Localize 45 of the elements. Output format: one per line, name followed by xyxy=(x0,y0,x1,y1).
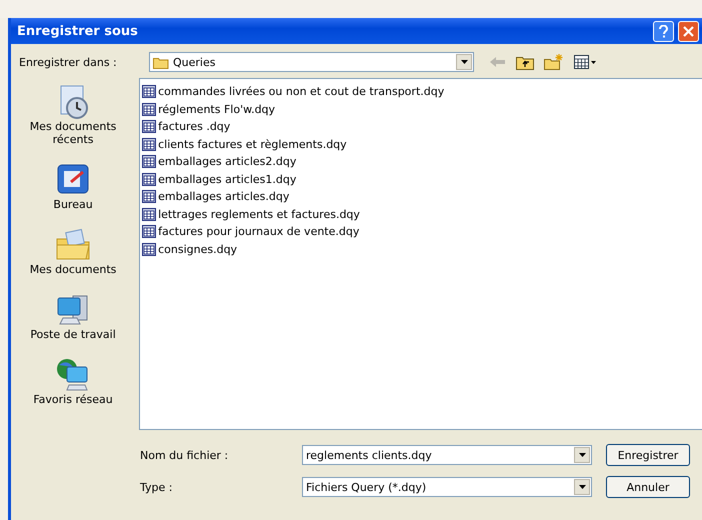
places-bar-item[interactable]: Poste de travail xyxy=(12,290,134,341)
cancel-button[interactable]: Annuler xyxy=(606,476,690,498)
file-item[interactable]: clients factures et règlements.dqy xyxy=(158,138,347,151)
query-file-icon xyxy=(142,138,156,151)
file-type-label: Type : xyxy=(140,480,174,494)
file-item[interactable]: réglements Flo'w.dqy xyxy=(158,102,276,116)
places-bar-item[interactable]: Mes documents récents xyxy=(12,82,134,146)
file-name-label: Nom du fichier : xyxy=(140,448,230,462)
window-title: Enregistrer sous xyxy=(17,24,139,38)
help-button[interactable] xyxy=(653,20,674,42)
query-file-icon xyxy=(142,102,156,116)
folder-icon xyxy=(153,56,169,68)
file-name-field[interactable]: reglements clients.dqy xyxy=(302,445,592,465)
close-button[interactable] xyxy=(678,20,699,42)
dropdown-arrow-icon xyxy=(578,485,586,489)
query-file-icon xyxy=(142,208,156,221)
query-file-icon xyxy=(142,120,156,134)
file-item[interactable]: emballages articles1.dqy xyxy=(158,172,296,186)
query-file-icon xyxy=(142,85,156,98)
folder-up-icon[interactable] xyxy=(516,54,534,70)
file-item[interactable]: emballages articles.dqy xyxy=(158,190,290,204)
location-dropdown[interactable]: Queries xyxy=(149,52,474,72)
dropdown-arrow-icon xyxy=(578,453,586,457)
file-item[interactable]: lettrages reglements et factures.dqy xyxy=(158,208,360,221)
save-in-label: Enregistrer dans : xyxy=(19,56,118,68)
help-icon xyxy=(659,24,668,38)
save-button[interactable]: Enregistrer xyxy=(606,444,690,466)
query-file-icon xyxy=(142,155,156,168)
view-menu-icon[interactable] xyxy=(574,55,596,69)
file-item[interactable]: factures .dqy xyxy=(158,120,230,134)
file-item[interactable]: commandes livrées ou non et cout de transport.dqy xyxy=(158,85,444,98)
file-item[interactable]: emballages articles2.dqy xyxy=(158,155,296,168)
places-bar-item[interactable]: Bureau xyxy=(12,160,134,211)
query-file-icon xyxy=(142,242,156,256)
query-file-icon xyxy=(142,225,156,238)
query-file-icon xyxy=(142,172,156,186)
places-bar-item[interactable]: Mes documents xyxy=(12,225,134,276)
close-icon xyxy=(683,26,694,36)
places-bar-item[interactable]: Favoris réseau xyxy=(12,355,134,406)
file-item[interactable]: factures pour journaux de vente.dqy xyxy=(158,225,360,238)
query-file-icon xyxy=(142,190,156,204)
file-item[interactable]: consignes.dqy xyxy=(158,242,238,256)
file-type-dropdown[interactable]: Fichiers Query (*.dqy) xyxy=(302,477,592,497)
new-folder-icon[interactable] xyxy=(544,54,564,70)
dropdown-arrow-icon xyxy=(460,60,468,64)
